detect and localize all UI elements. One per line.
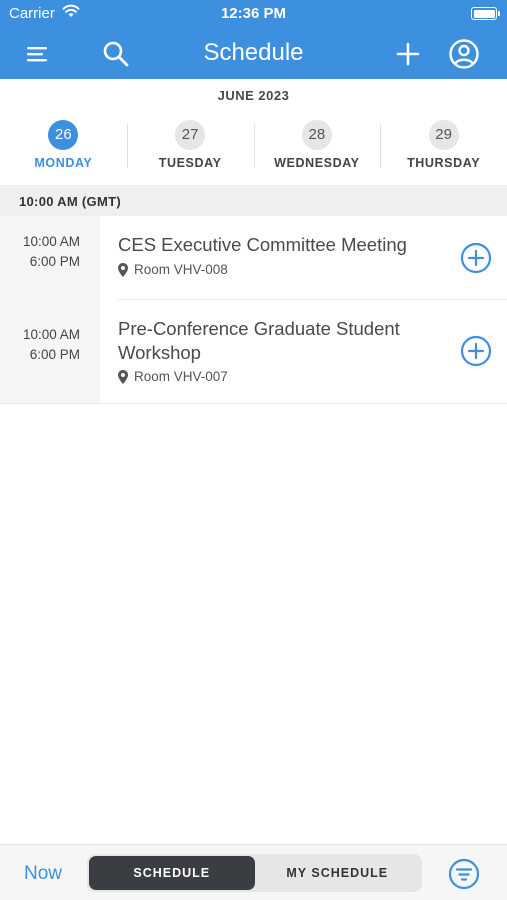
bottom-tab-bar: Now SCHEDULE MY SCHEDULE bbox=[0, 844, 507, 900]
session-location: Room VHV-007 bbox=[118, 369, 228, 384]
session-end-time: 6:00 PM bbox=[29, 347, 80, 362]
status-time: 12:36 PM bbox=[220, 5, 287, 22]
profile-button[interactable] bbox=[446, 36, 482, 72]
plus-circle-icon bbox=[460, 242, 492, 274]
session-title-line: Workshop bbox=[118, 342, 201, 363]
time-slot-header: 10:00 AM (GMT) bbox=[0, 185, 507, 216]
session-times: 10:00 AM 6:00 PM bbox=[0, 325, 80, 365]
day-tab-monday[interactable]: 26 MONDAY bbox=[0, 118, 127, 178]
session-title-line: Pre-Conference Graduate Student bbox=[118, 318, 400, 339]
nav-bar: Schedule bbox=[0, 28, 507, 79]
day-selector: 26 MONDAY 27 TUESDAY 28 WEDNESDAY 29 THU… bbox=[0, 118, 507, 178]
session-title: CES Executive Committee Meeting bbox=[118, 233, 448, 257]
session-title: Pre-Conference Graduate Student Workshop bbox=[118, 317, 448, 365]
segment-schedule[interactable]: SCHEDULE bbox=[89, 856, 255, 890]
map-pin-icon bbox=[118, 262, 128, 277]
segment-my-schedule[interactable]: MY SCHEDULE bbox=[255, 856, 421, 890]
add-to-schedule-button[interactable] bbox=[460, 242, 492, 274]
session-end-time: 6:00 PM bbox=[29, 254, 80, 269]
user-circle-icon bbox=[449, 39, 479, 69]
now-button[interactable]: Now bbox=[24, 863, 62, 885]
session-start-time: 10:00 AM bbox=[22, 234, 80, 249]
day-tab-tuesday[interactable]: 27 TUESDAY bbox=[126, 118, 254, 178]
add-button[interactable] bbox=[390, 36, 426, 72]
day-tab-wednesday[interactable]: 28 WEDNESDAY bbox=[253, 118, 381, 178]
session-title-line: CES Executive Committee Meeting bbox=[118, 234, 407, 255]
list-bottom-divider bbox=[0, 403, 507, 404]
page-title: Schedule bbox=[203, 39, 304, 66]
plus-circle-icon bbox=[460, 335, 492, 367]
day-tab-thursday[interactable]: 29 THURSDAY bbox=[380, 118, 507, 178]
filter-button[interactable] bbox=[448, 858, 480, 890]
add-to-schedule-button[interactable] bbox=[460, 335, 492, 367]
day-number: 26 bbox=[48, 120, 79, 150]
session-location-text: Room VHV-007 bbox=[134, 369, 228, 384]
day-name: TUESDAY bbox=[158, 156, 222, 170]
session-location: Room VHV-008 bbox=[118, 262, 228, 277]
day-number: 27 bbox=[175, 120, 206, 150]
map-pin-icon bbox=[118, 369, 128, 384]
schedule-segmented-control: SCHEDULE MY SCHEDULE bbox=[87, 854, 422, 892]
session-item[interactable]: 10:00 AM 6:00 PM CES Executive Committee… bbox=[0, 216, 507, 299]
battery-icon bbox=[471, 7, 500, 20]
session-location-text: Room VHV-008 bbox=[134, 262, 228, 277]
session-item[interactable]: 10:00 AM 6:00 PM Pre-Conference Graduate… bbox=[0, 300, 507, 403]
status-bar: Carrier 12:36 PM bbox=[0, 0, 507, 28]
day-number: 28 bbox=[301, 120, 332, 150]
day-name: MONDAY bbox=[34, 156, 93, 170]
session-times: 10:00 AM 6:00 PM bbox=[0, 232, 80, 272]
session-start-time: 10:00 AM bbox=[22, 327, 80, 342]
day-name: WEDNESDAY bbox=[274, 156, 360, 170]
day-number: 29 bbox=[428, 120, 459, 150]
plus-icon bbox=[396, 42, 420, 66]
month-label: JUNE 2023 bbox=[217, 88, 290, 103]
day-name: THURSDAY bbox=[407, 156, 481, 170]
filter-icon bbox=[448, 858, 480, 890]
